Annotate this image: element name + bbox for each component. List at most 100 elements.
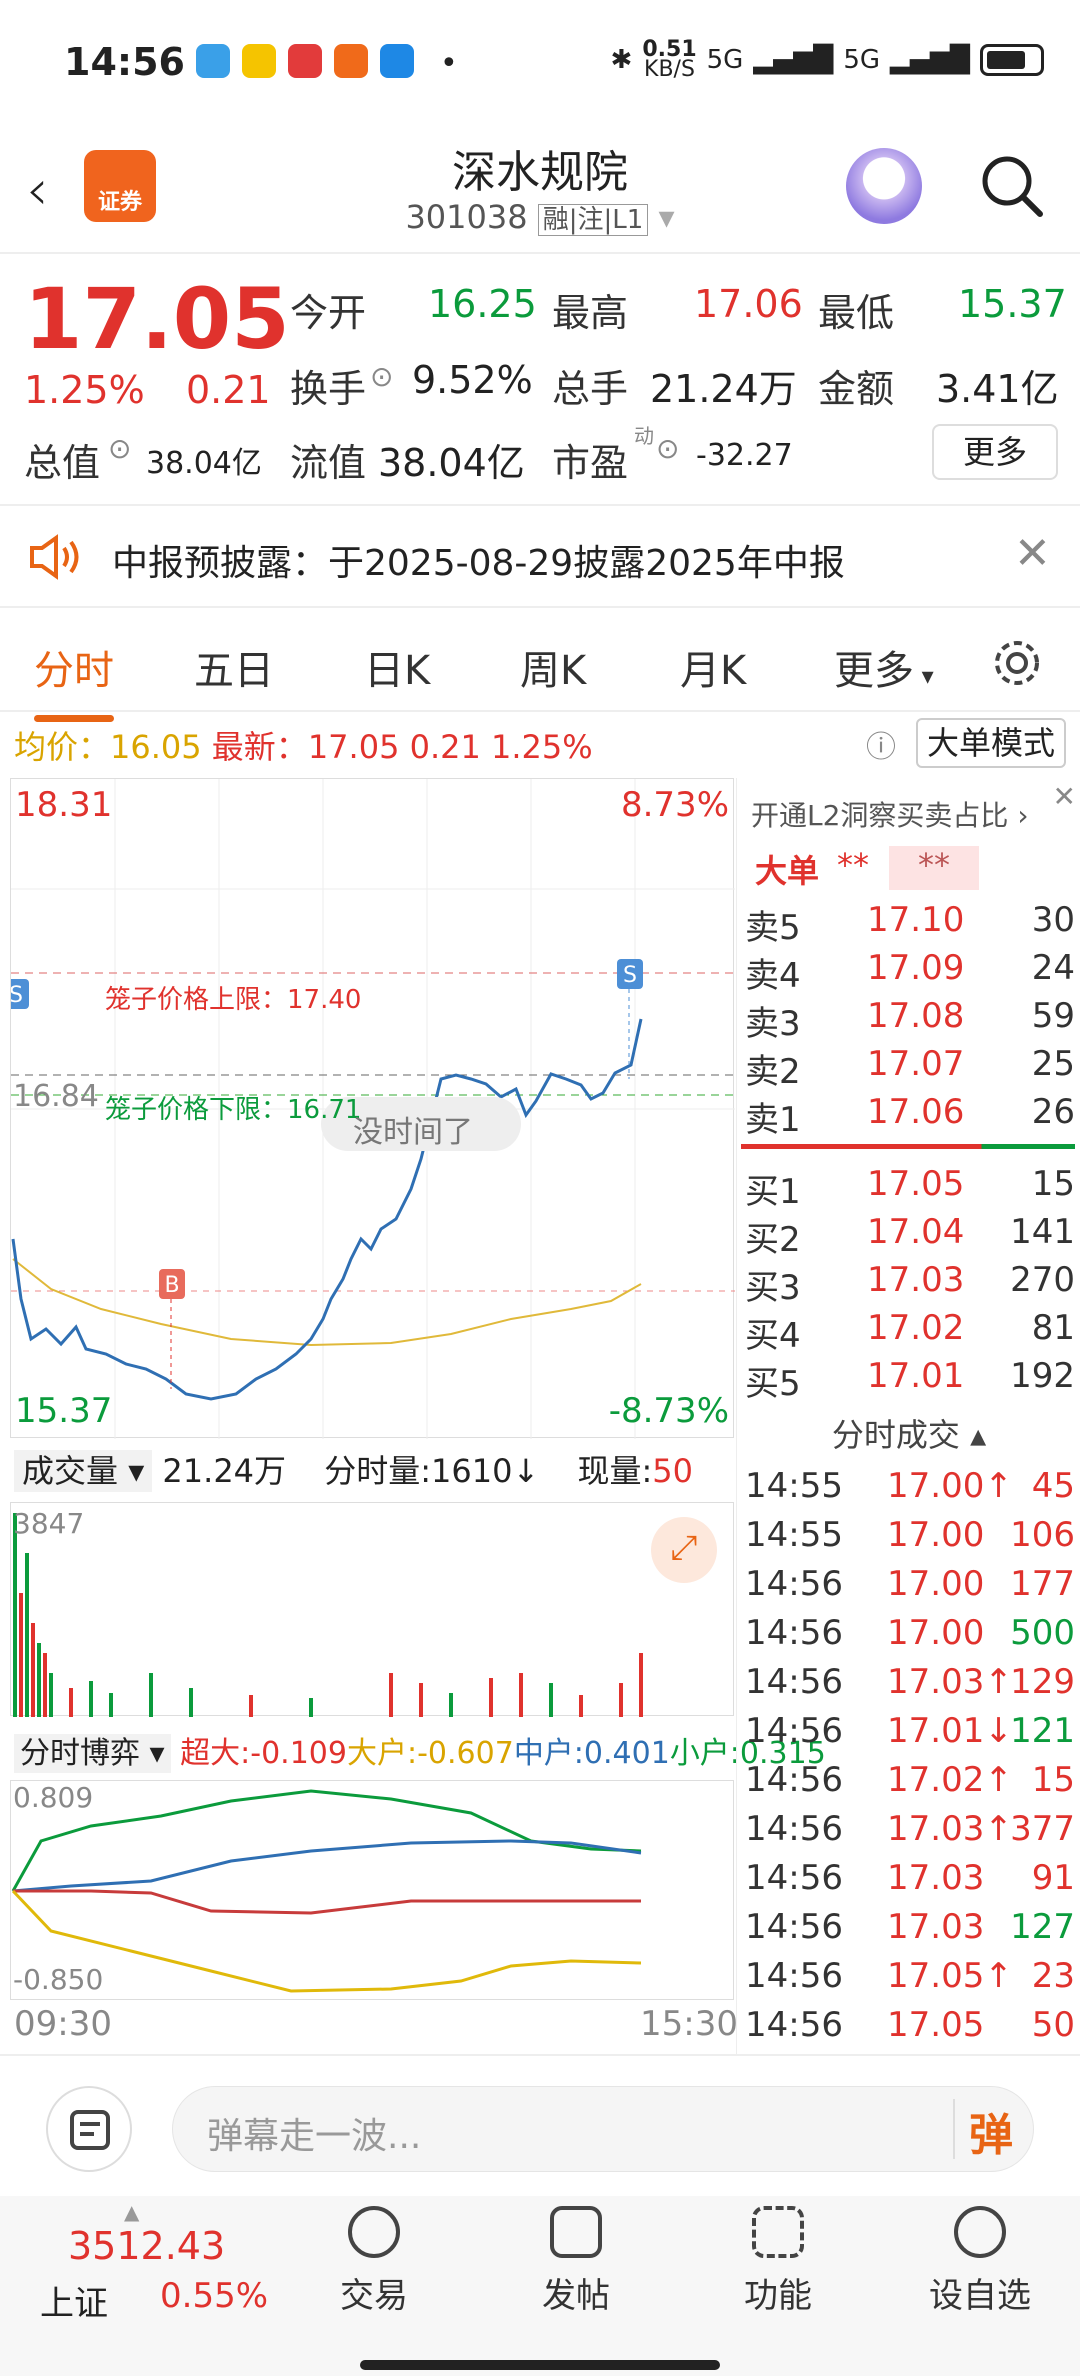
tab-monthly-k[interactable]: 月K <box>680 638 746 696</box>
info-icon[interactable]: ⊙ <box>656 432 679 465</box>
l2-upsell-link[interactable]: 开通L2洞察买卖占比 › <box>751 794 1029 834</box>
battery-icon <box>980 44 1044 76</box>
tab-five-day[interactable]: 五日 <box>194 638 274 696</box>
stock-code-row[interactable]: 301038 融|注|L1 ▾ <box>0 198 1080 236</box>
row-label: 买1 <box>745 1172 801 1212</box>
volume-value: 21.24万 <box>650 367 797 411</box>
row-qty: 24 <box>1031 948 1075 988</box>
row-qty: 15 <box>1031 1760 1075 1800</box>
more-notifications-dot: • <box>440 46 458 81</box>
buy-marker[interactable]: B <box>164 1273 179 1298</box>
nav-add-watchlist[interactable]: 设自选 <box>910 2206 1050 2317</box>
order-book-panel: 开通L2洞察买卖占比 › ✕ 大单 ** ** 卖5 17.10 30 卖4 17.09… <box>736 778 1080 2054</box>
tab-weekly-k[interactable]: 周K <box>520 638 586 696</box>
trade-row: 14:56 17.02↑ 15 <box>737 1756 1080 1804</box>
row-label: 14:56 <box>745 1711 843 1751</box>
notice-bar[interactable]: 中报预披露：于2025-08-29披露2025年中报 ✕ <box>0 506 1080 606</box>
intraday-chart[interactable]: B S S 18.31 8.73% 16.84 笼子价格上限：17.40 笼子价… <box>3 778 735 1439</box>
close-icon[interactable]: ✕ <box>1053 780 1076 813</box>
sell-marker[interactable]: S <box>623 963 637 988</box>
trade-row: 14:56 17.03 91 <box>737 1854 1080 1902</box>
danmu-input[interactable]: 弹幕走一波... 弹 <box>172 2086 1034 2172</box>
time-start: 09:30 <box>14 2004 112 2044</box>
nav-functions[interactable]: 功能 <box>708 2206 848 2317</box>
row-label: 14:56 <box>745 1809 843 1849</box>
nav-post[interactable]: 发帖 <box>506 2206 646 2317</box>
index-name[interactable]: 上证 <box>40 2276 108 2325</box>
row-qty: 91 <box>1031 1858 1075 1898</box>
row-price: 17.03 <box>887 1858 985 1898</box>
trades-title[interactable]: 分时成交 ▴ <box>737 1410 1080 1456</box>
pe-value: -32.27 <box>696 438 793 473</box>
note-icon[interactable] <box>46 2086 132 2172</box>
trade-row: 14:55 17.00 106 <box>737 1511 1080 1559</box>
no-time-bubble: 没时间了 <box>353 1115 473 1150</box>
volume-label: 总手 <box>552 367 629 411</box>
volume-now: 50 <box>652 1452 693 1490</box>
high-label: 最高 <box>552 291 629 335</box>
notification-icons <box>196 44 414 78</box>
tab-daily-k[interactable]: 日K <box>364 638 430 696</box>
flow-chart[interactable]: 0.809 -0.850 <box>10 1780 734 2000</box>
turnover-value: 9.52% <box>412 358 533 402</box>
row-price: 17.03↑ <box>887 1809 1013 1849</box>
low-label: 最低 <box>818 291 895 335</box>
sell-marker[interactable]: S <box>9 983 23 1008</box>
settings-gear-icon[interactable] <box>990 636 1044 690</box>
tab-more[interactable]: 更多 ▾ <box>834 638 934 696</box>
volume-header: 成交量 ▾ 21.24万 分时量:1610↓ 现量:50 <box>14 1446 734 1492</box>
row-label: 14:56 <box>745 1907 843 1947</box>
nav-trade[interactable]: 交易 <box>304 2206 444 2317</box>
expand-icon[interactable]: ⤢ <box>651 1517 717 1583</box>
flow-mid: 0.401 <box>583 1736 670 1771</box>
pe-superscript: 动 <box>634 424 654 448</box>
app-notif-icon <box>334 44 368 78</box>
row-qty: 121 <box>1010 1711 1075 1751</box>
row-label: 14:56 <box>745 1662 843 1702</box>
bid-row: 买4 17.02 81 <box>737 1304 1080 1356</box>
flow-dropdown[interactable]: 分时博弈 ▾ <box>14 1734 171 1773</box>
y-mid: 16.84 <box>13 1079 99 1114</box>
more-button[interactable]: 更多 <box>932 424 1058 480</box>
tab-intraday[interactable]: 分时 <box>34 638 114 722</box>
change-amount: 0.21 <box>186 368 271 412</box>
robot-assistant-icon[interactable] <box>846 148 922 224</box>
row-price: 17.10 <box>867 900 965 940</box>
row-price: 17.02↑ <box>887 1760 1013 1800</box>
bid-row: 买1 17.05 15 <box>737 1160 1080 1212</box>
divider <box>0 252 1080 254</box>
row-qty: 192 <box>1010 1356 1075 1396</box>
row-price: 17.03↑ <box>887 1662 1013 1702</box>
info-icon[interactable]: ⊙ <box>108 432 131 465</box>
trade-row: 14:56 17.00 500 <box>737 1609 1080 1657</box>
row-price: 17.01↓ <box>887 1711 1013 1751</box>
danmu-toggle-button[interactable]: 弹 <box>953 2099 1013 2161</box>
avg-chg: 0.21 <box>409 728 481 766</box>
row-price: 17.08 <box>867 996 965 1036</box>
float-value: 38.04亿 <box>378 441 525 485</box>
row-price: 17.05 <box>867 1164 965 1204</box>
volume-dropdown[interactable]: 成交量 ▾ <box>14 1450 153 1492</box>
float-label: 流值 <box>290 441 367 485</box>
more-dots-icon <box>954 2206 1006 2258</box>
info-icon[interactable]: ⊙ <box>370 360 393 393</box>
close-icon[interactable]: ✕ <box>1014 528 1051 579</box>
flow-max: 0.809 <box>13 1781 94 1814</box>
volume-chart[interactable]: 3847 ⤢ <box>10 1502 734 1717</box>
row-label: 14:56 <box>745 1956 843 1996</box>
index-pct[interactable]: 0.55% <box>160 2276 268 2316</box>
edit-icon <box>550 2206 602 2258</box>
row-qty: 377 <box>1010 1809 1075 1849</box>
search-icon[interactable] <box>978 152 1044 218</box>
clock: 14:56 <box>64 40 185 84</box>
row-price: 17.09 <box>867 948 965 988</box>
pct-max: 8.73% <box>620 785 729 825</box>
time-end: 15:30 <box>640 2004 738 2044</box>
help-icon[interactable]: ⓘ <box>866 722 896 766</box>
trade-row: 14:56 17.05↑ 23 <box>737 1952 1080 2000</box>
index-value[interactable]: 3512.43 <box>68 2224 225 2268</box>
bid-row: 买3 17.03 270 <box>737 1256 1080 1308</box>
big-order-mode-button[interactable]: 大单模式 <box>916 718 1066 768</box>
caret-down-icon: ▾ <box>914 662 934 690</box>
app-notif-icon <box>288 44 322 78</box>
